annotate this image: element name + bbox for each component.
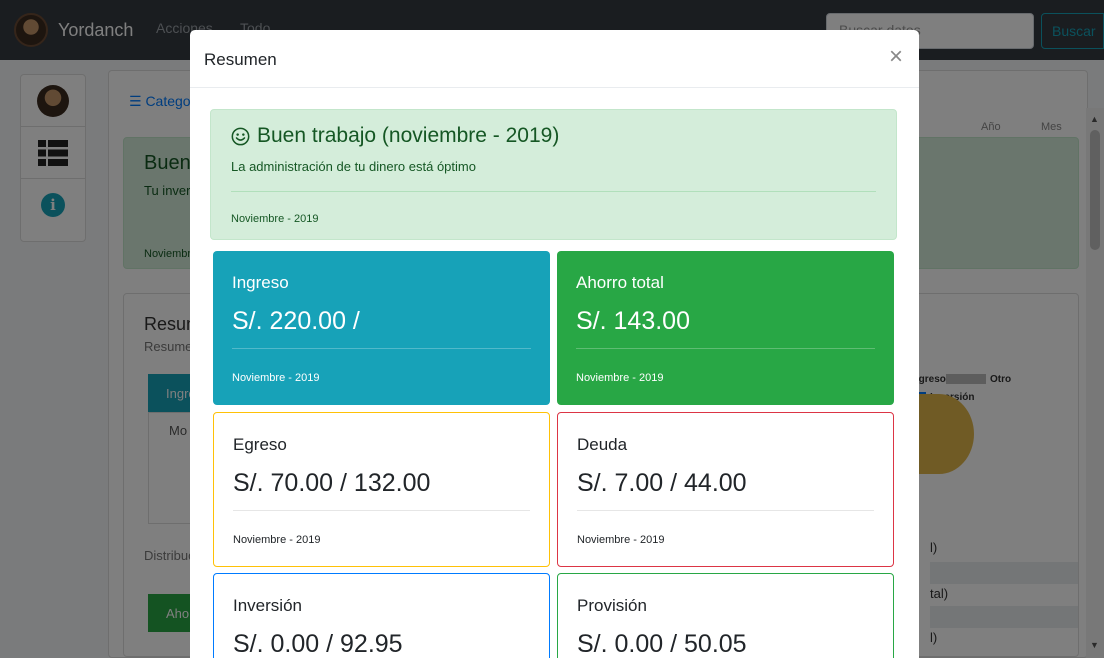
card-divider — [233, 510, 530, 511]
card-ingreso: Ingreso S/. 220.00 / Noviembre - 2019 — [213, 251, 550, 405]
card-label: Inversión — [233, 596, 302, 615]
card-label: Provisión — [577, 596, 647, 615]
card-value: S/. 220.00 / — [232, 307, 360, 335]
card-footer: Noviembre - 2019 — [233, 534, 321, 546]
card-footer: Noviembre - 2019 — [577, 534, 665, 546]
alert-text: La administración de tu dinero está ópti… — [231, 159, 476, 174]
close-icon[interactable]: × — [889, 45, 903, 69]
card-ahorro-total: Ahorro total S/. 143.00 Noviembre - 2019 — [557, 251, 894, 405]
card-divider — [576, 348, 875, 349]
card-value: S/. 70.00 / 132.00 — [233, 469, 431, 497]
status-alert: Buen trabajo (noviembre - 2019) La admin… — [210, 109, 897, 240]
card-label: Egreso — [233, 435, 287, 454]
alert-heading: Buen trabajo (noviembre - 2019) — [231, 124, 559, 148]
card-footer: Noviembre - 2019 — [576, 372, 664, 384]
card-label: Deuda — [577, 435, 628, 454]
card-value: S/. 7.00 / 44.00 — [577, 469, 747, 497]
modal-header: Resumen × — [190, 30, 919, 88]
modal-title: Resumen — [204, 50, 277, 69]
card-egreso: Egreso S/. 70.00 / 132.00 Noviembre - 20… — [213, 412, 550, 567]
card-label: Ahorro total — [576, 273, 664, 292]
smile-icon — [231, 127, 250, 145]
card-deuda: Deuda S/. 7.00 / 44.00 Noviembre - 2019 — [557, 412, 894, 567]
resumen-modal: Resumen × Buen trabajo (noviembre - 2019… — [190, 30, 919, 658]
alert-footer: Noviembre - 2019 — [231, 213, 319, 225]
card-footer: Noviembre - 2019 — [232, 372, 320, 384]
card-divider — [577, 510, 874, 511]
card-provision: Provisión S/. 0.00 / 50.05 — [557, 573, 894, 658]
alert-divider — [231, 191, 876, 192]
card-value: S/. 143.00 — [576, 307, 690, 335]
card-inversion: Inversión S/. 0.00 / 92.95 — [213, 573, 550, 658]
card-value: S/. 0.00 / 92.95 — [233, 630, 403, 658]
card-divider — [232, 348, 531, 349]
alert-heading-text: Buen trabajo (noviembre - 2019) — [257, 124, 560, 147]
card-label: Ingreso — [232, 273, 289, 292]
card-value: S/. 0.00 / 50.05 — [577, 630, 747, 658]
